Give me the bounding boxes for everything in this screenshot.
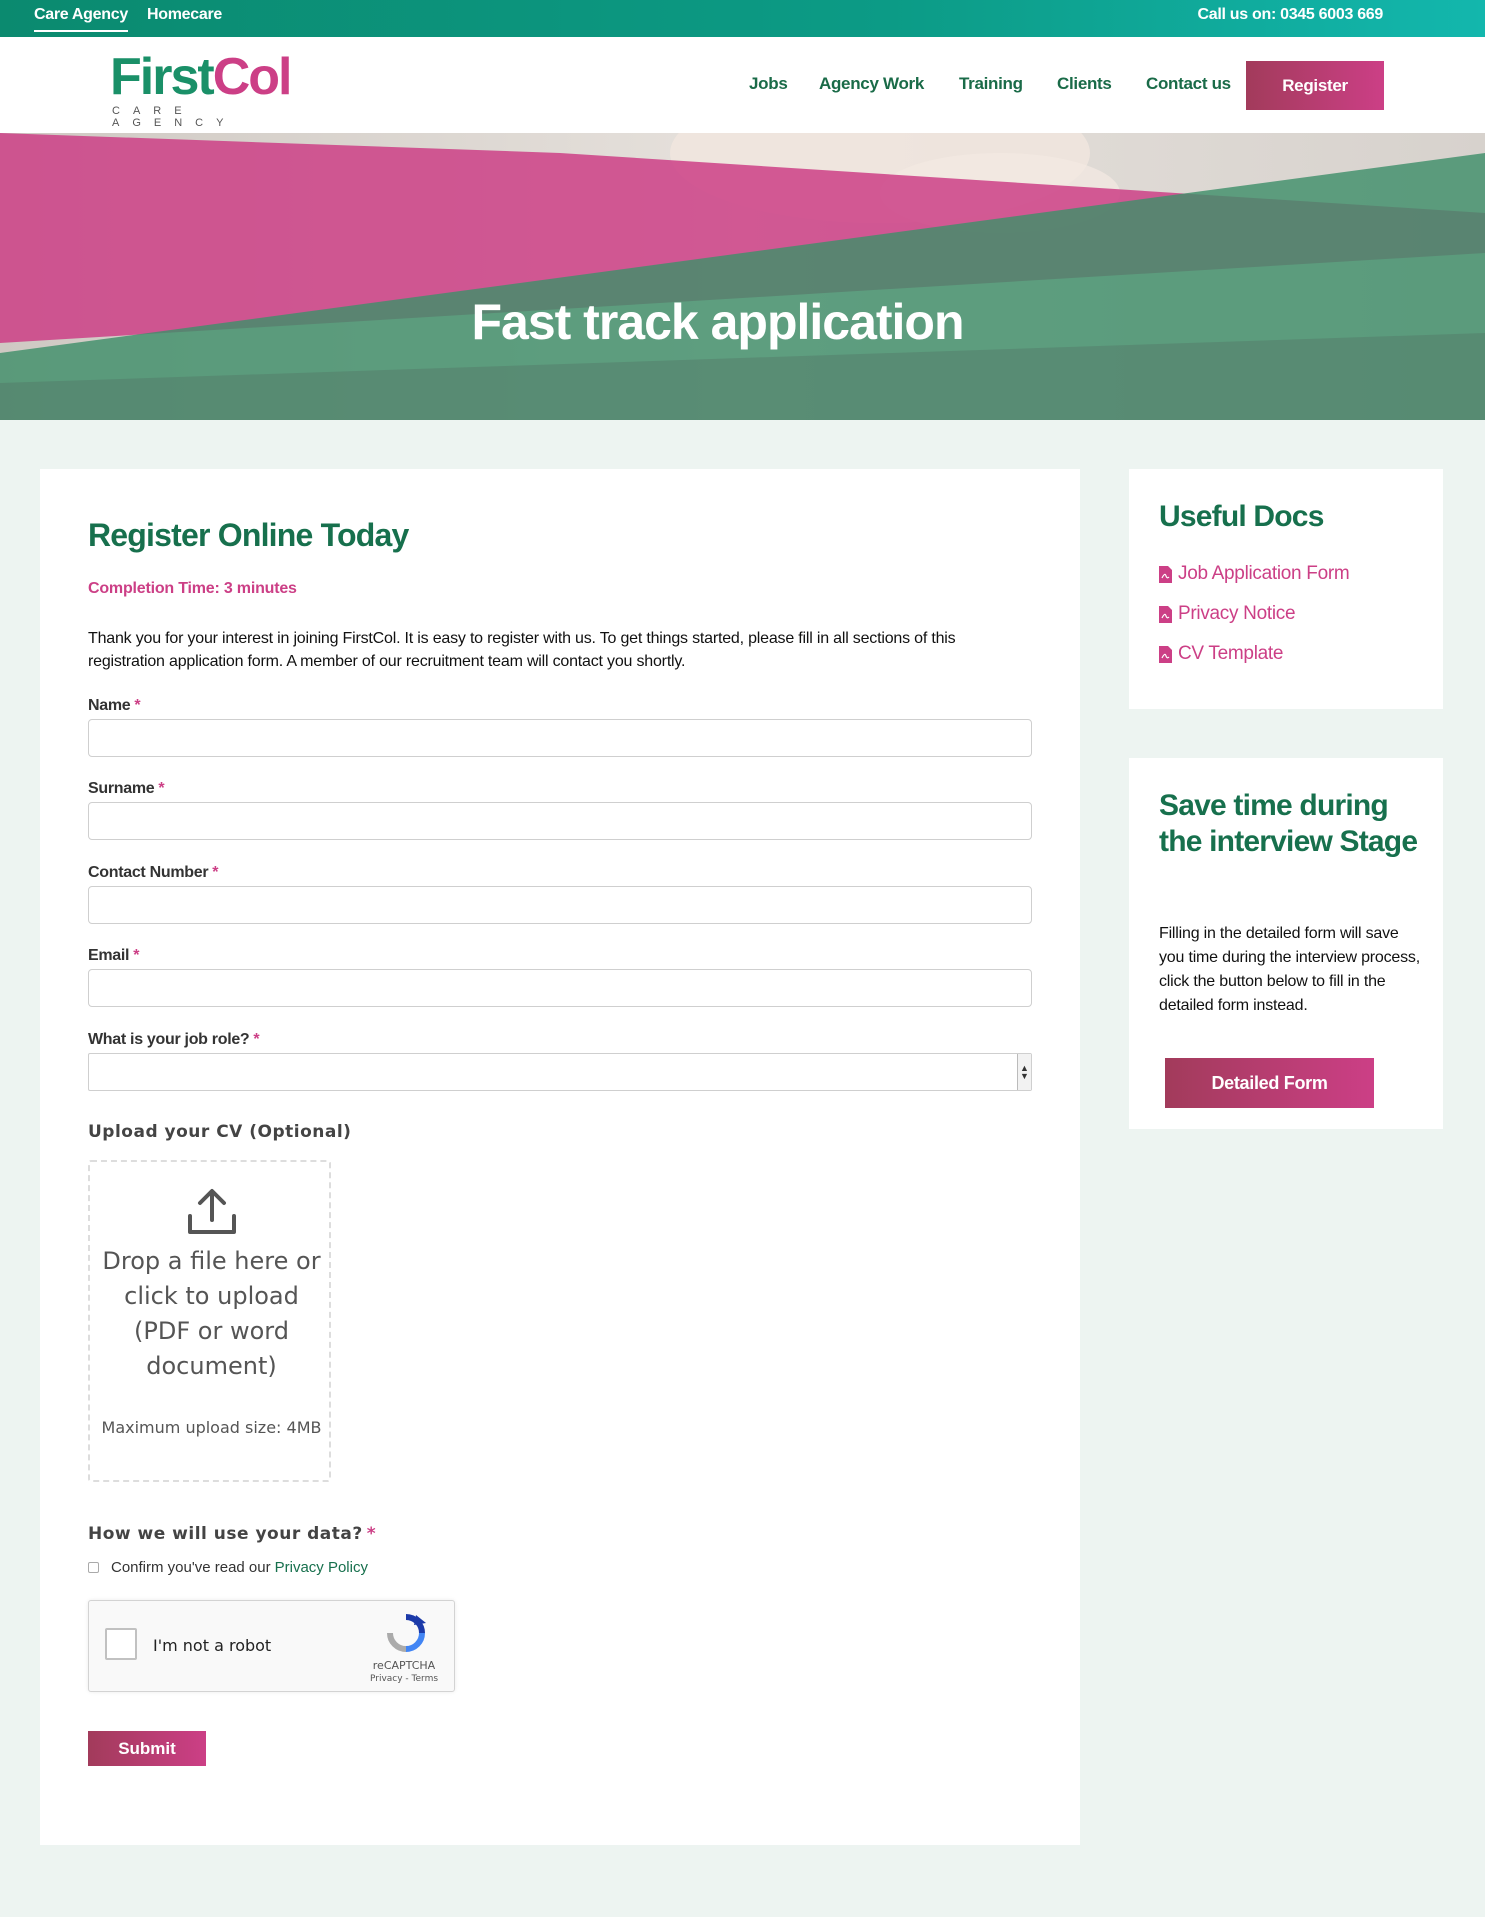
name-input[interactable] xyxy=(88,719,1032,757)
detailed-form-button[interactable]: Detailed Form xyxy=(1165,1058,1374,1108)
save-time-title: Save time during the interview Stage xyxy=(1159,789,1418,858)
hero-title: Fast track application xyxy=(471,294,964,350)
logo-first: First xyxy=(110,48,215,106)
recaptcha-label: I'm not a robot xyxy=(153,1636,272,1655)
select-arrows-icon: ▲ ▼ xyxy=(1017,1054,1031,1090)
privacy-policy-link[interactable]: Privacy Policy xyxy=(275,1559,368,1576)
name-label-text: Name xyxy=(88,697,131,714)
cv-dropzone[interactable]: Drop a file here or click to upload (PDF… xyxy=(88,1160,331,1482)
doc-link-label: CV Template xyxy=(1178,643,1284,664)
max-upload-size: Maximum upload size: 4MB xyxy=(101,1418,322,1437)
email-label: Email * xyxy=(88,947,139,965)
required-mark: * xyxy=(158,780,165,797)
nav-clients[interactable]: Clients xyxy=(1057,74,1112,94)
required-mark: * xyxy=(366,1524,377,1544)
submit-button[interactable]: Submit xyxy=(88,1731,206,1766)
required-mark: * xyxy=(212,864,219,881)
topbar-link-homecare[interactable]: Homecare xyxy=(147,6,222,24)
nav-agency-work[interactable]: Agency Work xyxy=(819,74,924,94)
form-title: Register Online Today xyxy=(88,517,409,553)
nav-training[interactable]: Training xyxy=(959,74,1023,94)
firstcol-logo[interactable]: FirstCol CARE AGENCY xyxy=(110,48,320,129)
registration-form-card: Register Online Today Completion Time: 3… xyxy=(40,469,1080,1845)
pdf-icon xyxy=(1159,565,1172,583)
hero-banner: Fast track application xyxy=(0,133,1485,420)
required-mark: * xyxy=(253,1031,260,1048)
recaptcha-checkbox[interactable] xyxy=(105,1628,137,1660)
contact-number-input[interactable] xyxy=(88,886,1032,924)
completion-time: Completion Time: 3 minutes xyxy=(88,580,297,597)
privacy-confirm-checkbox[interactable] xyxy=(88,1562,99,1573)
doc-link-cv-template[interactable]: CV Template xyxy=(1159,643,1283,665)
recaptcha-icon xyxy=(387,1614,426,1652)
site-header: FirstCol CARE AGENCY Jobs Agency Work Tr… xyxy=(0,37,1485,133)
doc-link-privacy-notice[interactable]: Privacy Notice xyxy=(1159,603,1296,625)
nav-contact-us[interactable]: Contact us xyxy=(1146,74,1231,94)
doc-link-job-application-form[interactable]: Job Application Form xyxy=(1159,563,1350,585)
privacy-confirm-text: Confirm you've read our xyxy=(111,1559,271,1576)
doc-link-label: Privacy Notice xyxy=(1178,603,1296,624)
phone-number[interactable]: Call us on: 0345 6003 669 xyxy=(1197,6,1383,24)
required-mark: * xyxy=(133,947,140,964)
save-time-text: Filling in the detailed form will save y… xyxy=(1159,925,1420,1014)
job-role-label-text: What is your job role? xyxy=(88,1031,250,1048)
data-usage-label-text: How we will use your data? xyxy=(88,1524,363,1544)
recaptcha-terms[interactable]: Privacy - Terms xyxy=(359,1674,449,1684)
useful-docs-card: Useful Docs Job Application Form Privacy… xyxy=(1129,469,1443,709)
doc-link-label: Job Application Form xyxy=(1178,563,1350,584)
email-label-text: Email xyxy=(88,947,130,964)
contact-number-label: Contact Number * xyxy=(88,864,219,882)
upload-cv-label: Upload your CV (Optional) xyxy=(88,1122,352,1142)
email-input[interactable] xyxy=(88,969,1032,1007)
upload-icon xyxy=(188,1189,236,1234)
data-usage-label: How we will use your data? * xyxy=(88,1524,376,1544)
surname-label-text: Surname xyxy=(88,780,155,797)
recaptcha-brand: reCAPTCHA xyxy=(372,1659,436,1672)
pdf-icon xyxy=(1159,605,1172,623)
topbar-link-care-agency[interactable]: Care Agency xyxy=(34,6,128,32)
name-label: Name * xyxy=(88,697,141,715)
recaptcha-widget: I'm not a robot reCAPTCHA Privacy - Term… xyxy=(88,1600,455,1692)
register-button[interactable]: Register xyxy=(1246,61,1384,110)
surname-input[interactable] xyxy=(88,802,1032,840)
logo-col: Col xyxy=(212,48,293,106)
form-intro: Thank you for your interest in joining F… xyxy=(88,630,956,670)
privacy-confirm-row: Confirm you've read our Privacy Policy xyxy=(88,1559,368,1576)
hero-background xyxy=(0,133,1485,420)
job-role-select[interactable]: ▲ ▼ xyxy=(88,1053,1032,1091)
nav-jobs[interactable]: Jobs xyxy=(749,74,788,94)
save-time-card: Save time during the interview Stage Fil… xyxy=(1129,758,1443,1129)
required-mark: * xyxy=(134,697,141,714)
pdf-icon xyxy=(1159,645,1172,663)
dropzone-text: Drop a file here or click to upload (PDF… xyxy=(102,1247,321,1380)
surname-label: Surname * xyxy=(88,780,165,798)
job-role-label: What is your job role? * xyxy=(88,1031,260,1049)
logo-subtitle: CARE AGENCY xyxy=(112,105,237,129)
contact-number-label-text: Contact Number xyxy=(88,864,209,881)
useful-docs-title: Useful Docs xyxy=(1159,500,1324,533)
top-bar: Care Agency Homecare Call us on: 0345 60… xyxy=(0,0,1485,37)
